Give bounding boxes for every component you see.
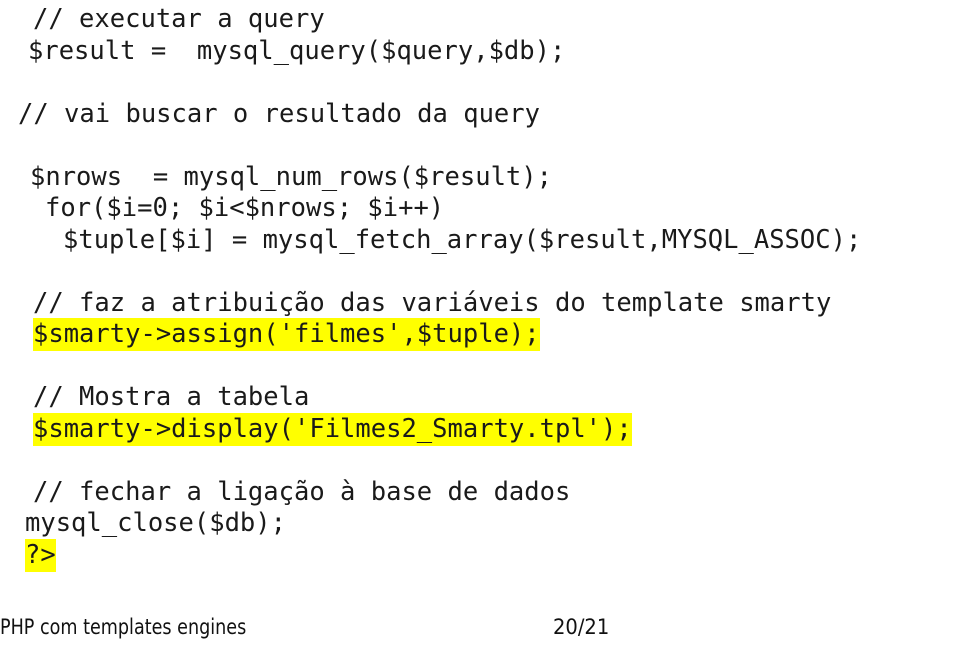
code-line: for($i=0; $i<$nrows; $i++) [45,193,445,223]
code-highlight: $smarty->display('Filmes2_Smarty.tpl'); [33,412,632,446]
code-line: // faz a atribuição das variáveis do tem… [33,287,832,318]
code-line: mysql_close($db); [25,508,286,538]
code-line: // vai buscar o resultado da query [18,98,540,129]
code-line: // executar a query [33,4,325,34]
slide-canvas: // executar a query $result = mysql_query… [0,0,959,661]
code-block: // executar a query $result = mysql_query… [0,0,959,572]
code-line-highlighted: $smarty->assign('filmes',$tuple); [0,318,959,351]
slide-footer: PHP com templates engines 20/21 [0,609,959,661]
code-line: $result = mysql_query($query,$db); [28,35,566,66]
code-line-highlighted: $smarty->display('Filmes2_Smarty.tpl'); [0,412,959,446]
code-highlight: $smarty->assign('filmes',$tuple); [33,318,540,351]
code-line: // fechar a ligação à base de dados [33,476,571,507]
code-line: $nrows = mysql_num_rows($result); [30,161,552,192]
code-line: // Mostra a tabela [33,382,310,412]
code-line: $tuple[$i] = mysql_fetch_array($result,M… [63,224,862,255]
footer-page-number: 20/21 [553,615,610,639]
footer-title: PHP com templates engines [0,615,247,639]
code-highlight: ?> [25,538,56,572]
code-line-highlighted: ?> [0,538,959,572]
